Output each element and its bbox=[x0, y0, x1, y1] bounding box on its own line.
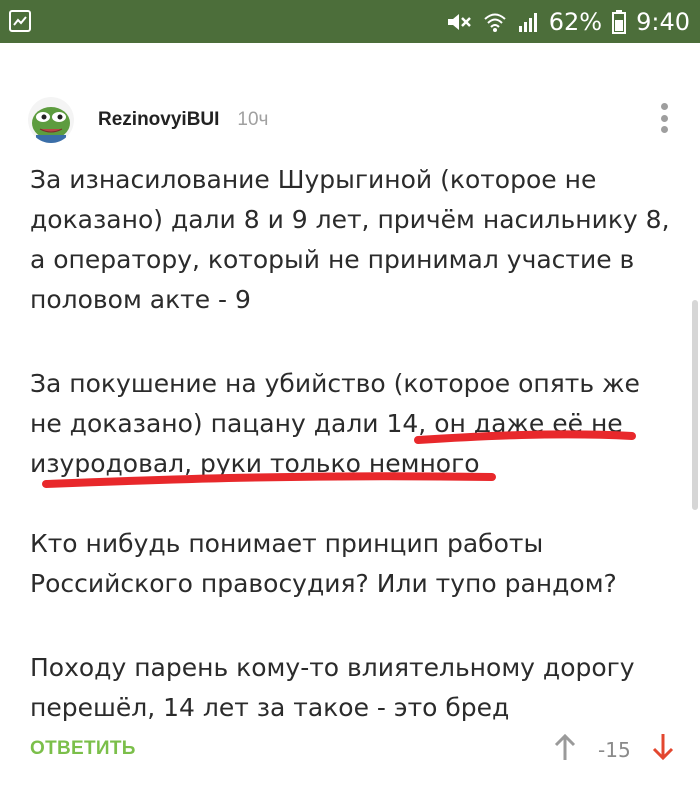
clock: 9:40 bbox=[636, 7, 690, 36]
gallery-icon bbox=[8, 9, 32, 33]
more-options-icon[interactable] bbox=[654, 103, 674, 133]
comment-body: За изнасилование Шурыгиной (которое не д… bbox=[30, 160, 670, 772]
wifi-icon bbox=[483, 11, 507, 33]
comment-actions: ОТВЕТИТЬ -15 bbox=[30, 730, 680, 770]
comment-header: RezinovyiBUI 10ч bbox=[28, 96, 268, 144]
scrollbar[interactable] bbox=[692, 300, 698, 510]
comment-rating: -15 bbox=[598, 738, 631, 762]
avatar[interactable] bbox=[28, 97, 74, 143]
signal-icon bbox=[517, 11, 539, 33]
comment-paragraph-1: За изнасилование Шурыгиной (которое не д… bbox=[30, 165, 670, 314]
mute-icon bbox=[445, 10, 473, 34]
battery-percentage: 62% bbox=[548, 7, 603, 36]
paragraph-2-line-2: не доказано) пацану дали 14, он даже её … bbox=[30, 409, 623, 438]
paragraph-2-line-1: За покушение на убийство (которое опять … bbox=[30, 369, 640, 398]
comment-author[interactable]: RezinovyiBUI bbox=[98, 109, 219, 131]
comment-paragraph-4: Походу парень кому-то влиятельному дорог… bbox=[30, 653, 635, 722]
status-bar: 62% 9:40 bbox=[0, 0, 700, 43]
comment-timestamp: 10ч bbox=[237, 109, 269, 130]
downvote-icon[interactable] bbox=[650, 732, 676, 767]
comment-paragraph-3: Кто нибудь понимает принцип работы Росси… bbox=[30, 529, 617, 598]
comment-paragraph-2: За покушение на убийство (которое опять … bbox=[30, 364, 670, 484]
reply-button[interactable]: ОТВЕТИТЬ bbox=[30, 738, 136, 760]
paragraph-2-line-3: изуродовал, руки только немного bbox=[30, 449, 480, 478]
battery-icon bbox=[612, 9, 627, 34]
upvote-icon[interactable] bbox=[552, 732, 578, 767]
